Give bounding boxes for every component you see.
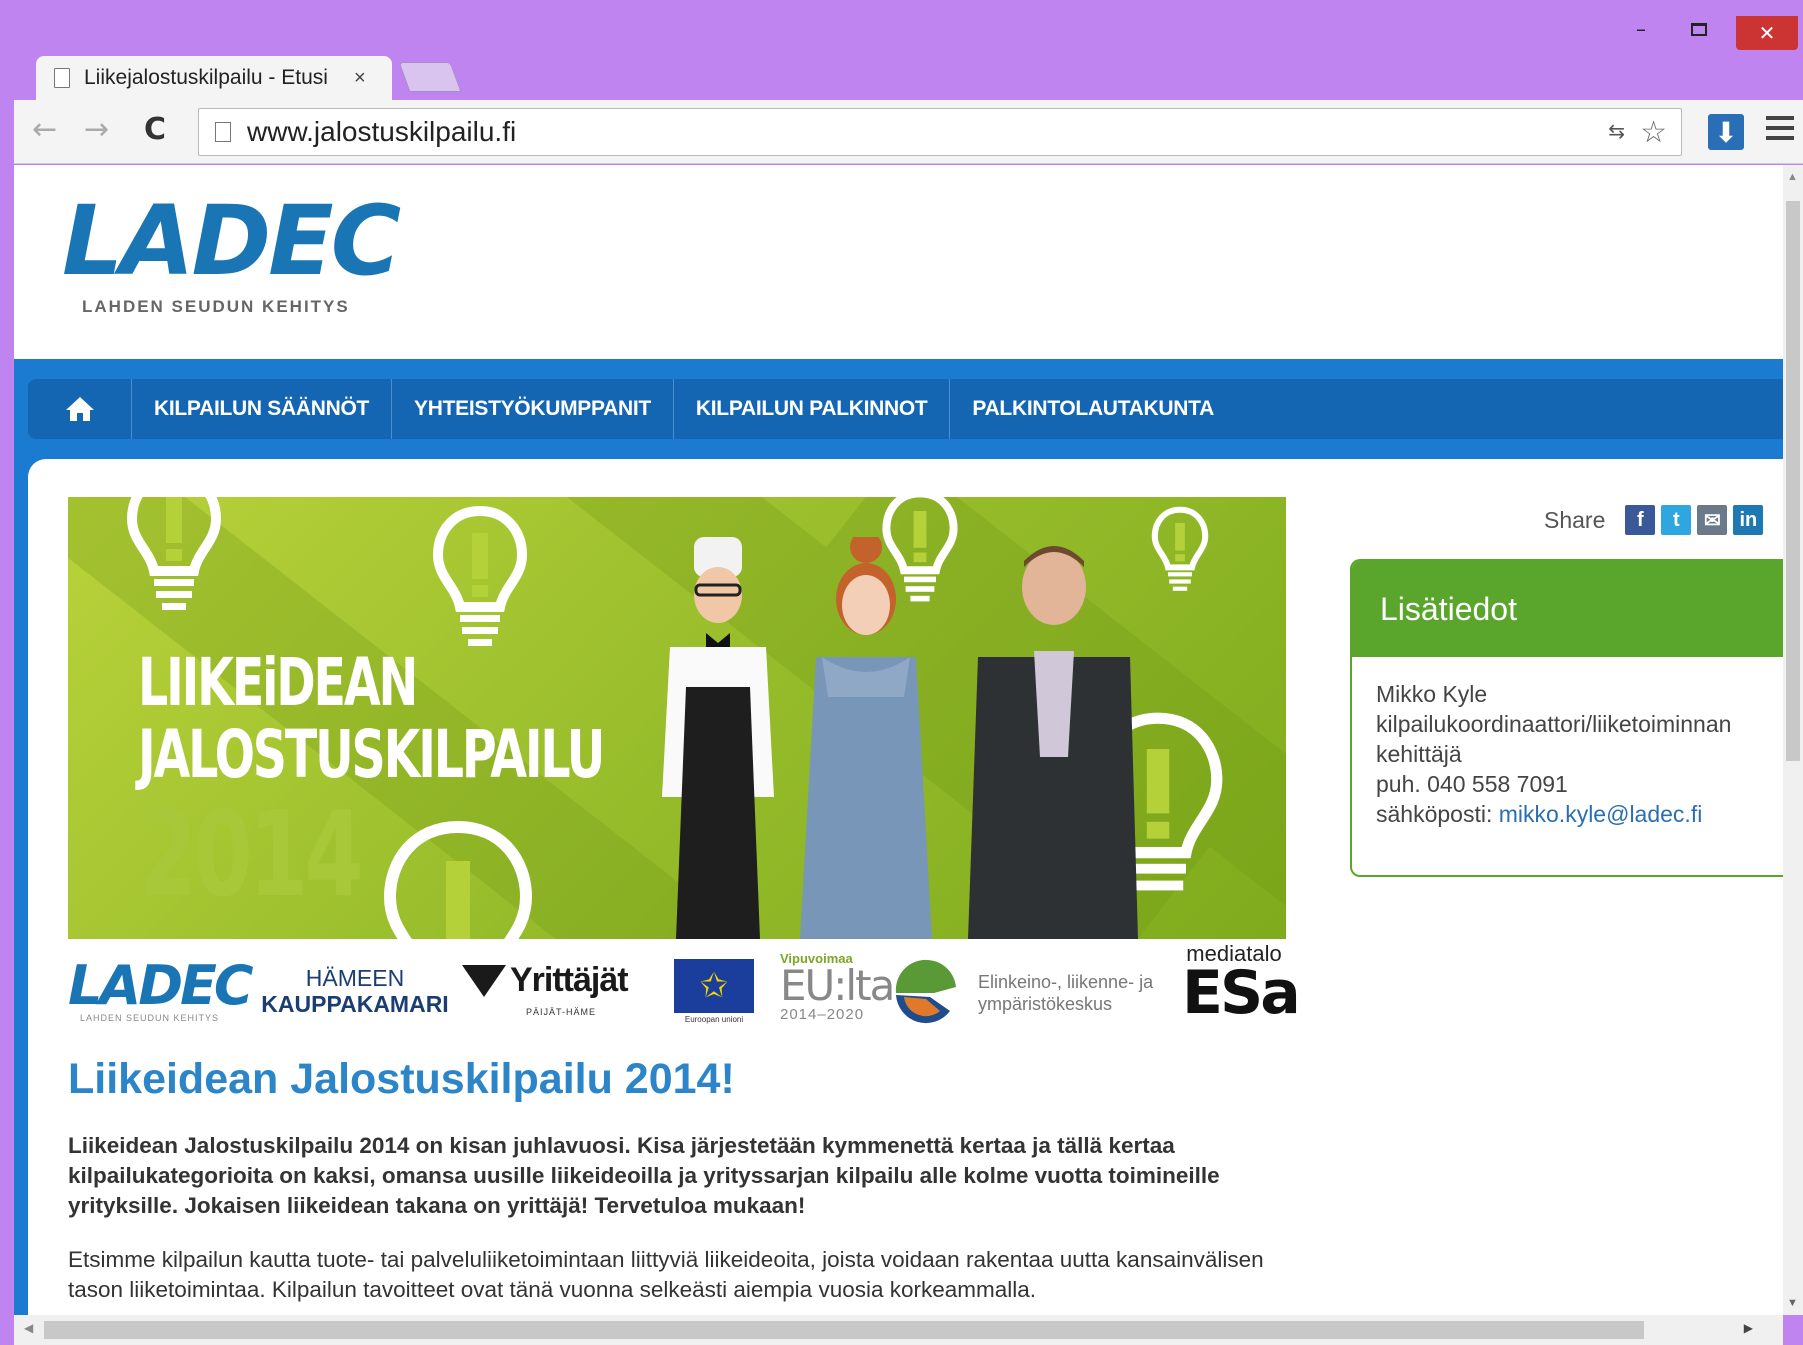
- scroll-left-icon[interactable]: ◀: [24, 1321, 33, 1335]
- lightbulb-icon: [432, 505, 528, 646]
- back-button[interactable]: ←: [32, 112, 57, 147]
- new-tab-button[interactable]: [398, 62, 462, 92]
- minimize-button[interactable]: –: [1624, 16, 1658, 42]
- maximize-icon: [1691, 22, 1707, 36]
- tab-close-icon[interactable]: ×: [354, 67, 366, 90]
- nav-home[interactable]: [28, 379, 132, 439]
- title-bar: – ✕: [0, 0, 1803, 58]
- lead-paragraph: Liikeidean Jalostuskilpailu 2014 on kisa…: [68, 1133, 1220, 1218]
- banner-line-1: LIIKEiDEAN: [138, 644, 418, 721]
- sponsor-ladec-logo[interactable]: LADEC: [68, 959, 254, 1013]
- address-bar[interactable]: www.jalostuskilpailu.fi ⇆ ☆: [198, 108, 1682, 156]
- contact-name: Mikko Kyle: [1376, 681, 1488, 707]
- close-window-button[interactable]: ✕: [1736, 16, 1798, 50]
- info-box-title: Lisätiedot: [1352, 561, 1783, 657]
- forward-button[interactable]: →: [84, 112, 109, 147]
- contact-phone: puh. 040 558 7091: [1376, 771, 1568, 797]
- contact-email-label: sähköposti:: [1376, 801, 1499, 827]
- menu-icon[interactable]: [1766, 116, 1794, 146]
- home-icon: [65, 397, 94, 421]
- info-box: Lisätiedot Mikko Kyle kilpailukoordinaat…: [1350, 559, 1783, 877]
- esa-line-2: ESa: [1182, 958, 1301, 1028]
- sponsor-hameen-kauppakamari-logo[interactable]: HÄMEEN KAUPPAKAMARI: [260, 965, 450, 1017]
- translate-icon[interactable]: ⇆: [1608, 119, 1625, 143]
- scroll-right-icon[interactable]: ▶: [1744, 1321, 1753, 1335]
- vipu-line-2: EU:lta: [780, 961, 895, 1010]
- sponsor-eu-subtitle: Euroopan unioni: [684, 1015, 744, 1024]
- bookmark-star-icon[interactable]: ☆: [1640, 115, 1667, 150]
- lightbulb-icon: [383, 820, 533, 939]
- nav-kilpailun-palkinnot[interactable]: KILPAILUN PALKINNOT: [674, 379, 951, 439]
- vertical-scrollbar[interactable]: ▲ ▼: [1783, 165, 1803, 1315]
- download-icon[interactable]: ⬇: [1708, 114, 1744, 150]
- eu-flag-icon[interactable]: ✩: [674, 959, 754, 1013]
- sponsor-yrittajat-subtitle: PÄIJÄT-HÄME: [526, 1007, 597, 1017]
- page-icon: [54, 68, 70, 88]
- nav-palkintolautakunta[interactable]: PALKINTOLAUTAKUNTA: [950, 379, 1236, 439]
- share-label: Share: [1544, 506, 1606, 533]
- sponsor-hameen-line-1: HÄMEEN: [305, 965, 405, 991]
- nav-kilpailun-saannot[interactable]: KILPAILUN SÄÄNNÖT: [132, 379, 393, 439]
- logo-mark: LADEC: [62, 185, 401, 297]
- sponsor-ladec-subtitle: LAHDEN SEUDUN KEHITYS: [80, 1013, 220, 1023]
- reload-button[interactable]: C: [144, 112, 166, 147]
- browser-tab[interactable]: Liikejalostuskilpailu - Etusi ×: [36, 56, 392, 100]
- banner-year: 2014: [138, 785, 364, 923]
- sponsor-hameen-line-2: KAUPPAKAMARI: [261, 991, 449, 1017]
- horizontal-scroll-thumb[interactable]: [44, 1321, 1644, 1339]
- facebook-icon[interactable]: f: [1625, 505, 1656, 535]
- body-paragraph: Etsimme kilpailun kautta tuote- tai palv…: [68, 1247, 1264, 1302]
- contact-email-row: sähköposti: mikko.kyle@ladec.fi: [1376, 799, 1759, 829]
- yrittajat-triangle-icon: [462, 965, 506, 997]
- page-icon: [215, 122, 231, 142]
- ely-logo-icon[interactable]: [890, 957, 962, 1029]
- site-logo[interactable]: LADEC LAHDEN SEUDUN KEHITYS: [62, 185, 401, 317]
- maximize-button[interactable]: [1682, 16, 1716, 42]
- logo-subtitle: LAHDEN SEUDUN KEHITYS: [82, 297, 350, 316]
- email-icon[interactable]: ✉: [1697, 505, 1728, 535]
- sponsor-ely-text: Elinkeino-, liikenne- ja ympäristökeskus: [978, 972, 1154, 1014]
- sponsor-yrittajat-text: Yrittäjät: [510, 961, 629, 999]
- tab-title: Liikejalostuskilpailu - Etusi: [84, 66, 328, 89]
- twitter-icon[interactable]: t: [1661, 505, 1692, 535]
- vipu-line-3: 2014–2020: [780, 1006, 865, 1023]
- browser-toolbar: ← → C www.jalostuskilpailu.fi ⇆ ☆ ⬇: [14, 100, 1803, 164]
- man-figure: [968, 546, 1138, 939]
- linkedin-icon[interactable]: in: [1733, 505, 1764, 535]
- contact-role: kilpailukoordinaattori/liiketoiminnan ke…: [1376, 711, 1732, 767]
- lightbulb-icon: [126, 497, 222, 610]
- share-bar: Share f t ✉ in: [1544, 505, 1764, 535]
- banner-line-2: JALOSTUSKILPAILU: [138, 716, 605, 793]
- woman-figure: [800, 537, 932, 939]
- banner-title: LIIKEiDEAN JALOSTUSKILPAILU: [138, 644, 605, 793]
- nav-yhteistyokumppanit[interactable]: YHTEISTYÖKUMPPANIT: [392, 379, 674, 439]
- scroll-up-icon[interactable]: ▲: [1787, 171, 1798, 183]
- chef-figure: [662, 537, 774, 939]
- sponsor-esa-logo[interactable]: mediatalo ESa: [1182, 941, 1301, 1028]
- lightbulb-icon: [1151, 506, 1209, 591]
- browser-window: – ✕ Liikejalostuskilpailu - Etusi × ← → …: [0, 0, 1803, 1345]
- contact-email-link[interactable]: mikko.kyle@ladec.fi: [1499, 801, 1703, 827]
- sponsor-yrittajat-logo[interactable]: Yrittäjät: [462, 961, 629, 1000]
- page-viewport: LADEC LAHDEN SEUDUN KEHITYS KILPAILUN SÄ…: [14, 165, 1783, 1315]
- sponsor-logos: LADEC LAHDEN SEUDUN KEHITYS HÄMEEN KAUPP…: [68, 941, 1301, 1041]
- sponsor-vipuvoimaa-logo[interactable]: Vipuvoimaa EU:lta 2014–2020: [780, 951, 895, 1023]
- main-nav: KILPAILUN SÄÄNNÖT YHTEISTYÖKUMPPANIT KIL…: [28, 379, 1783, 439]
- horizontal-scrollbar[interactable]: ◀ ▶: [14, 1315, 1783, 1345]
- scroll-down-icon[interactable]: ▼: [1787, 1297, 1798, 1309]
- url-text[interactable]: www.jalostuskilpailu.fi: [247, 116, 516, 148]
- info-box-body: Mikko Kyle kilpailukoordinaattori/liiket…: [1352, 657, 1783, 851]
- page-title: Liikeidean Jalostuskilpailu 2014!: [68, 1055, 735, 1103]
- hero-banner: LIIKEiDEAN JALOSTUSKILPAILU 2014: [68, 497, 1286, 939]
- vertical-scroll-thumb[interactable]: [1786, 201, 1800, 761]
